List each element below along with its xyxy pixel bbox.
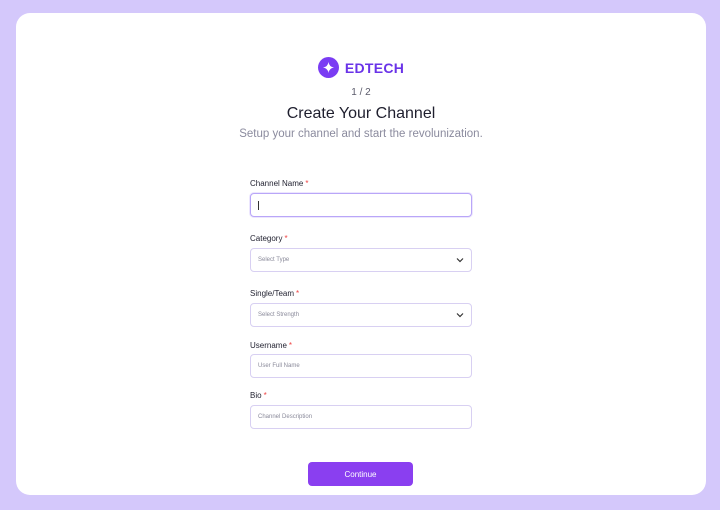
single-team-select[interactable]: Select Strength <box>250 303 472 327</box>
brand-name: EDTECH <box>344 59 405 76</box>
text-cursor <box>258 200 259 210</box>
required-marker: * <box>288 341 293 350</box>
continue-button[interactable]: Continue <box>308 462 413 486</box>
bio-label: Bio * <box>250 391 267 400</box>
category-select[interactable]: Select Type <box>250 248 472 272</box>
page-subtitle: Setup your channel and start the revolun… <box>239 128 483 140</box>
single-team-label: Single/Team * <box>250 289 300 298</box>
username-input[interactable]: User Full Name <box>250 354 472 378</box>
channel-name-label: Channel Name * <box>250 179 309 188</box>
page-title: Create Your Channel <box>286 105 436 122</box>
username-placeholder: User Full Name <box>258 363 300 369</box>
single-team-placeholder: Select Strength <box>258 312 300 318</box>
category-label: Category * <box>250 234 288 243</box>
brand: EDTECH <box>16 57 706 78</box>
channel-name-input[interactable] <box>250 193 472 217</box>
chevron-down-icon <box>456 257 464 263</box>
sparkle-icon <box>317 57 339 78</box>
step-indicator: 1 / 2 <box>351 87 371 98</box>
form-card: EDTECH 1 / 2 Create Your Channel Setup y… <box>16 13 706 495</box>
username-label: Username * <box>250 341 293 350</box>
required-marker: * <box>263 391 267 400</box>
bio-placeholder: Channel Description <box>258 414 313 420</box>
required-marker: * <box>305 179 309 188</box>
required-marker: * <box>296 289 300 298</box>
category-placeholder: Select Type <box>258 257 290 263</box>
bio-input[interactable]: Channel Description <box>250 405 472 429</box>
required-marker: * <box>284 234 288 243</box>
chevron-down-icon <box>456 312 464 318</box>
